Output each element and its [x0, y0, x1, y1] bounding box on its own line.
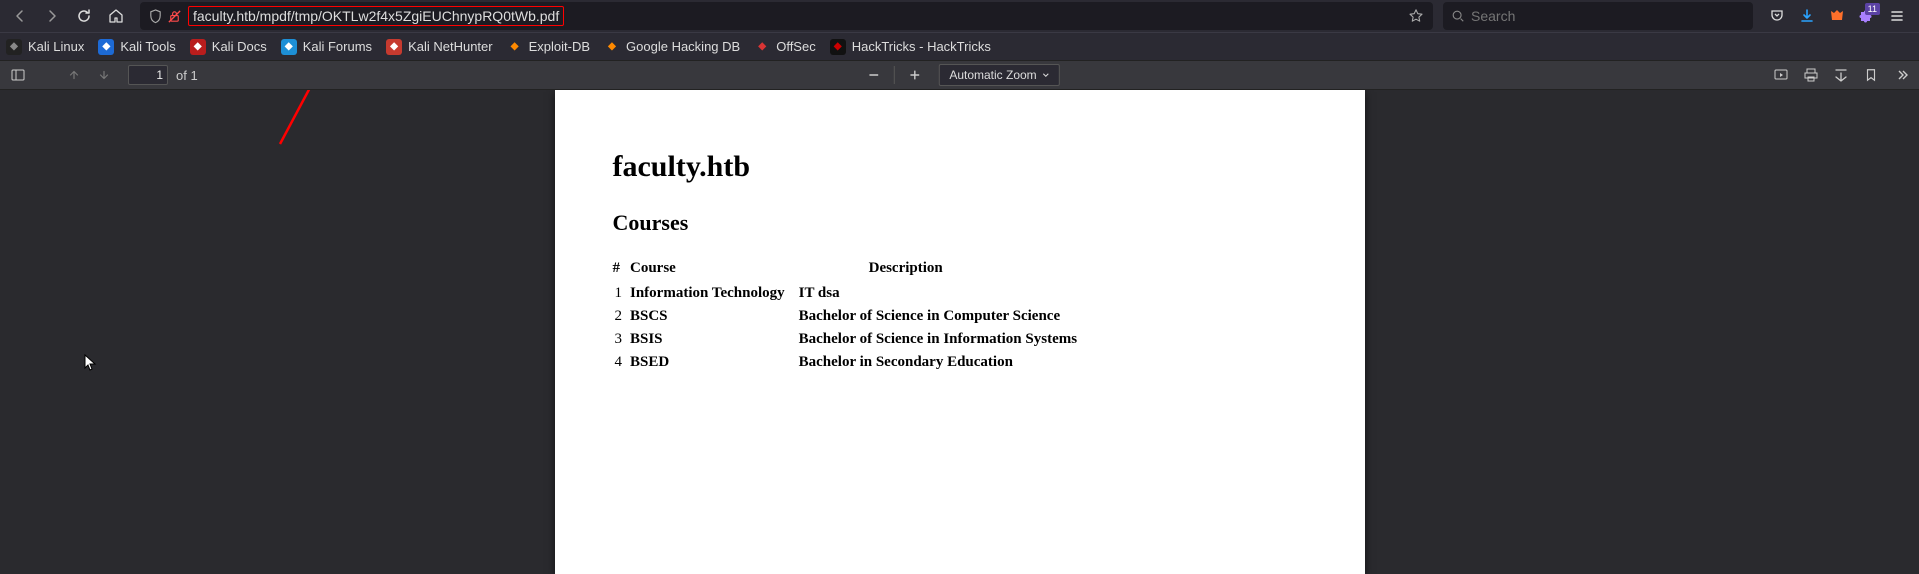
- cursor-icon: [84, 354, 98, 372]
- col-course: Course: [630, 258, 799, 283]
- doc-section: Courses: [613, 210, 1307, 236]
- bookmark-label: Kali NetHunter: [408, 39, 493, 54]
- lock-insecure-icon[interactable]: [167, 9, 182, 24]
- pdf-toolbar: of 1 Automatic Zoom: [0, 60, 1919, 90]
- cell-desc: Bachelor of Science in Computer Science: [799, 306, 1087, 329]
- next-page-button[interactable]: [90, 62, 118, 88]
- bookmark-label: Google Hacking DB: [626, 39, 740, 54]
- favicon-icon: ◆: [604, 39, 620, 55]
- extensions-count: 11: [1865, 3, 1880, 15]
- cell-num: 1: [613, 283, 631, 306]
- favicon-icon: ◆: [281, 39, 297, 55]
- cell-course: BSIS: [630, 329, 799, 352]
- bookmark-item[interactable]: ◆ Google Hacking DB: [604, 39, 740, 55]
- bookmark-label: Kali Forums: [303, 39, 372, 54]
- doc-title: faculty.htb: [613, 150, 1307, 184]
- chevron-down-icon: [1041, 70, 1051, 80]
- zoom-label: Automatic Zoom: [949, 68, 1036, 82]
- bookmark-item[interactable]: ◆ Exploit-DB: [507, 39, 590, 55]
- bookmark-label: Exploit-DB: [529, 39, 590, 54]
- cell-course: BSED: [630, 352, 799, 375]
- address-bar[interactable]: faculty.htb/mpdf/tmp/OKTLw2f4x5ZgiEUChny…: [140, 2, 1433, 30]
- bookmark-item[interactable]: ◆ Kali Linux: [6, 39, 84, 55]
- cell-course: Information Technology: [630, 283, 799, 306]
- cell-num: 2: [613, 306, 631, 329]
- browser-nav-toolbar: faculty.htb/mpdf/tmp/OKTLw2f4x5ZgiEUChny…: [0, 0, 1919, 32]
- annotation-arrow: [270, 90, 360, 154]
- cell-desc: Bachelor of Science in Information Syste…: [799, 329, 1087, 352]
- bookmark-label: OffSec: [776, 39, 816, 54]
- col-num: #: [613, 258, 631, 283]
- table-row: 2BSCSBachelor of Science in Computer Sci…: [613, 306, 1088, 329]
- favicon-icon: ◆: [754, 39, 770, 55]
- back-button[interactable]: [6, 2, 34, 30]
- bookmark-label: Kali Docs: [212, 39, 267, 54]
- print-button[interactable]: [1797, 62, 1825, 88]
- home-button[interactable]: [102, 2, 130, 30]
- bookmark-label: Kali Tools: [120, 39, 175, 54]
- cell-num: 3: [613, 329, 631, 352]
- bookmark-item[interactable]: ◆ OffSec: [754, 39, 816, 55]
- bookmark-star-button[interactable]: [1403, 3, 1429, 29]
- col-desc: Description: [799, 258, 1087, 283]
- shield-icon[interactable]: [148, 9, 163, 24]
- toggle-sidebar-button[interactable]: [4, 62, 32, 88]
- downloads-button[interactable]: [1793, 2, 1821, 30]
- favicon-icon: ◆: [98, 39, 114, 55]
- favicon-icon: ◆: [6, 39, 22, 55]
- bookmark-item[interactable]: ◆ Kali Docs: [190, 39, 267, 55]
- search-box[interactable]: [1443, 2, 1753, 30]
- pdf-content-area[interactable]: faculty.htb Courses # Course Description…: [0, 90, 1919, 574]
- bookmarks-bar: ◆ Kali Linux ◆ Kali Tools ◆ Kali Docs ◆ Kali Fo…: [0, 32, 1919, 60]
- bookmark-item[interactable]: ◆ Kali Forums: [281, 39, 372, 55]
- save-button[interactable]: [1827, 62, 1855, 88]
- page-number-input[interactable]: [128, 65, 168, 85]
- extensions-button[interactable]: 11: [1853, 2, 1881, 30]
- pocket-button[interactable]: [1763, 2, 1791, 30]
- favicon-icon: ◆: [386, 39, 402, 55]
- bookmark-item[interactable]: ◆ Kali Tools: [98, 39, 175, 55]
- reload-button[interactable]: [70, 2, 98, 30]
- cell-desc: IT dsa: [799, 283, 1087, 306]
- bookmark-label: HackTricks - HackTricks: [852, 39, 991, 54]
- bookmark-label: Kali Linux: [28, 39, 84, 54]
- table-row: 4BSEDBachelor in Secondary Education: [613, 352, 1088, 375]
- tools-button[interactable]: [1887, 62, 1915, 88]
- table-row: 3BSISBachelor of Science in Information …: [613, 329, 1088, 352]
- foxyproxy-button[interactable]: [1823, 2, 1851, 30]
- search-icon: [1451, 9, 1465, 23]
- zoom-in-button[interactable]: [900, 62, 928, 88]
- forward-button[interactable]: [38, 2, 66, 30]
- presentation-button[interactable]: [1767, 62, 1795, 88]
- url-text: faculty.htb/mpdf/tmp/OKTLw2f4x5ZgiEUChny…: [188, 6, 564, 26]
- bookmark-button[interactable]: [1857, 62, 1885, 88]
- prev-page-button[interactable]: [60, 62, 88, 88]
- favicon-icon: ◆: [830, 39, 846, 55]
- cell-desc: Bachelor in Secondary Education: [799, 352, 1087, 375]
- table-row: 1Information TechnologyIT dsa: [613, 283, 1088, 306]
- bookmark-item[interactable]: ◆ HackTricks - HackTricks: [830, 39, 991, 55]
- favicon-icon: ◆: [507, 39, 523, 55]
- page-total-label: of 1: [176, 68, 198, 83]
- favicon-icon: ◆: [190, 39, 206, 55]
- cell-num: 4: [613, 352, 631, 375]
- courses-table: # Course Description 1Information Techno…: [613, 258, 1088, 375]
- pdf-page: faculty.htb Courses # Course Description…: [555, 90, 1365, 574]
- app-menu-button[interactable]: [1883, 2, 1911, 30]
- zoom-out-button[interactable]: [859, 62, 887, 88]
- bookmark-item[interactable]: ◆ Kali NetHunter: [386, 39, 493, 55]
- cell-course: BSCS: [630, 306, 799, 329]
- zoom-select[interactable]: Automatic Zoom: [938, 64, 1059, 86]
- search-input[interactable]: [1471, 8, 1745, 24]
